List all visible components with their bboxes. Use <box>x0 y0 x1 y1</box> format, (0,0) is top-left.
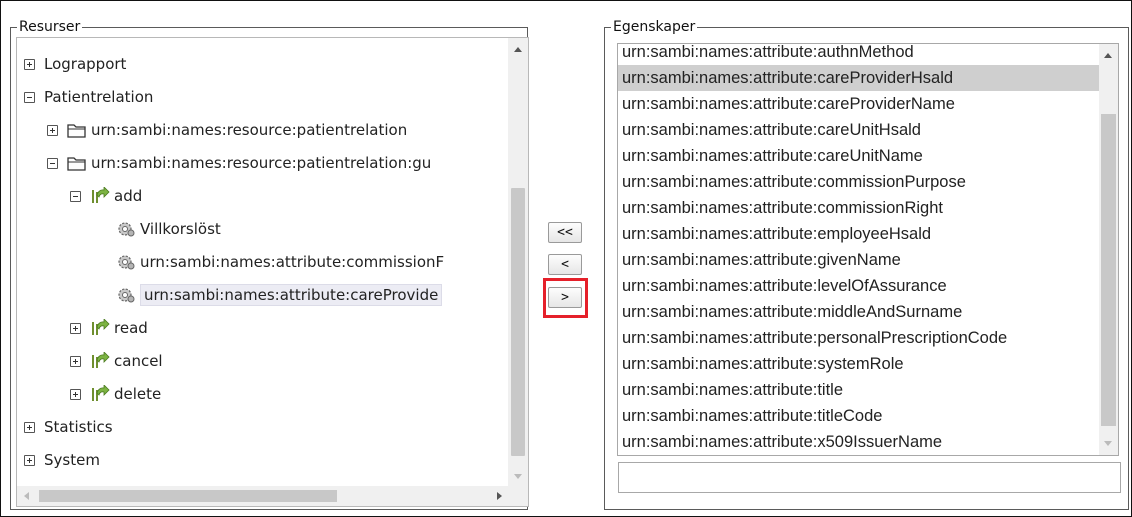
expand-plus-icon[interactable] <box>70 388 81 400</box>
tree-node-label: urn:sambi:names:attribute:commissionF <box>140 253 445 271</box>
tree-node-label: urn:sambi:names:resource:patientrelation <box>91 121 408 139</box>
tree-node-label: urn:sambi:names:attribute:careProvide <box>140 284 443 306</box>
tree-node-label: Patientrelation <box>44 88 154 106</box>
list-item[interactable]: urn:sambi:names:attribute:careUnitHsald <box>618 117 1101 143</box>
tree-vertical-scrollbar[interactable] <box>508 38 528 488</box>
action-arrow-icon <box>90 384 110 403</box>
resurser-legend: Resurser <box>19 19 81 35</box>
tree-node[interactable]: Patientrelation <box>24 84 153 110</box>
tree-node[interactable]: urn:sambi:names:resource:patientrelation… <box>47 150 431 176</box>
tree-node[interactable]: delete <box>70 381 161 407</box>
tree-horizontal-scrollbar[interactable] <box>17 486 510 506</box>
highlight-annotation-box <box>543 278 588 318</box>
list-scroll-up-arrow-icon[interactable] <box>1104 53 1112 58</box>
action-arrow-icon <box>90 186 110 205</box>
resource-tree-content: Lograpport Patientrelation urn:sambi:names… <box>17 38 510 488</box>
tree-node[interactable]: cancel <box>70 348 163 374</box>
tree-node[interactable]: urn:sambi:names:attribute:careProvide <box>116 282 443 308</box>
expand-plus-icon[interactable] <box>24 58 35 70</box>
list-item[interactable]: urn:sambi:names:attribute:careUnitName <box>618 143 1101 169</box>
expand-plus-icon[interactable] <box>24 454 35 466</box>
list-scroll-down-arrow-icon[interactable] <box>1104 441 1112 446</box>
tree-horizontal-scroll-thumb[interactable] <box>39 490 337 502</box>
list-item[interactable]: urn:sambi:names:attribute:systemRole <box>618 351 1101 377</box>
tree-node-label: delete <box>114 385 162 403</box>
list-item[interactable]: urn:sambi:names:attribute:personalPrescr… <box>618 325 1101 351</box>
tree-node-label: System <box>44 451 100 469</box>
list-item[interactable]: urn:sambi:names:attribute:title <box>618 377 1101 403</box>
list-item[interactable]: urn:sambi:names:attribute:middleAndSurna… <box>618 299 1101 325</box>
expand-plus-icon[interactable] <box>70 322 81 334</box>
gear-condition-icon <box>116 253 136 271</box>
tree-node[interactable]: urn:sambi:names:attribute:commissionF <box>116 249 444 275</box>
tree-node[interactable]: Villkorslöst <box>116 216 221 242</box>
tree-node[interactable]: read <box>70 315 148 341</box>
gear-condition-icon <box>116 220 136 238</box>
tree-node-label: Villkorslöst <box>140 220 221 238</box>
list-item[interactable]: urn:sambi:names:attribute:levelOfAssuran… <box>618 273 1101 299</box>
scrollbar-corner <box>508 486 528 506</box>
tree-node-label: urn:sambi:names:resource:patientrelation… <box>91 154 432 172</box>
tree-node[interactable]: urn:sambi:names:resource:patientrelation <box>47 117 407 143</box>
move-left-button[interactable]: < <box>548 254 582 275</box>
expand-plus-icon[interactable] <box>24 421 35 433</box>
collapse-minus-icon[interactable] <box>47 157 58 169</box>
scroll-right-arrow-icon[interactable] <box>497 492 502 500</box>
expand-plus-icon[interactable] <box>47 124 58 136</box>
property-text-input[interactable] <box>618 462 1121 493</box>
tree-node-label: Statistics <box>44 418 113 436</box>
tree-node[interactable]: Lograpport <box>24 51 126 77</box>
egenskaper-legend: Egenskaper <box>613 19 696 35</box>
list-vertical-scroll-thumb[interactable] <box>1101 114 1116 426</box>
list-item[interactable]: urn:sambi:names:attribute:employeeHsald <box>618 221 1101 247</box>
gear-condition-icon <box>116 286 136 304</box>
scroll-up-arrow-icon[interactable] <box>514 47 522 52</box>
resource-tree[interactable]: Lograpport Patientrelation urn:sambi:names… <box>16 37 529 507</box>
tree-node[interactable]: add <box>70 183 142 209</box>
move-all-left-button[interactable]: << <box>548 222 582 243</box>
tree-node-label: Lograpport <box>44 55 127 73</box>
collapse-minus-icon[interactable] <box>24 91 35 103</box>
action-arrow-icon <box>90 351 110 370</box>
tree-node[interactable]: System <box>24 447 100 473</box>
list-item[interactable]: urn:sambi:names:attribute:careProviderHs… <box>618 65 1101 91</box>
folder-icon <box>67 154 87 172</box>
properties-listbox[interactable]: urn:sambi:names:attribute:authnMethod urn… <box>617 43 1119 456</box>
list-item[interactable]: urn:sambi:names:attribute:x509IssuerName <box>618 429 1101 455</box>
collapse-minus-icon[interactable] <box>70 190 81 202</box>
list-vertical-scrollbar[interactable] <box>1099 44 1118 455</box>
tree-vertical-scroll-thumb[interactable] <box>511 188 525 456</box>
list-item[interactable]: urn:sambi:names:attribute:commissionPurp… <box>618 169 1101 195</box>
tree-node-label: cancel <box>114 352 163 370</box>
scroll-down-arrow-icon[interactable] <box>514 474 522 479</box>
tree-node[interactable]: Statistics <box>24 414 113 440</box>
properties-list: urn:sambi:names:attribute:authnMethod urn… <box>618 44 1101 455</box>
list-item[interactable]: urn:sambi:names:attribute:titleCode <box>618 403 1101 429</box>
list-item[interactable]: urn:sambi:names:attribute:givenName <box>618 247 1101 273</box>
list-item[interactable]: urn:sambi:names:attribute:authnMethod <box>618 44 1101 65</box>
tree-node-label: read <box>114 319 148 337</box>
action-arrow-icon <box>90 318 110 337</box>
list-item[interactable]: urn:sambi:names:attribute:commissionRigh… <box>618 195 1101 221</box>
expand-plus-icon[interactable] <box>70 355 81 367</box>
tree-node-label: add <box>114 187 143 205</box>
scroll-left-arrow-icon[interactable] <box>24 492 29 500</box>
list-item[interactable]: urn:sambi:names:attribute:careProviderNa… <box>618 91 1101 117</box>
folder-icon <box>67 121 87 139</box>
